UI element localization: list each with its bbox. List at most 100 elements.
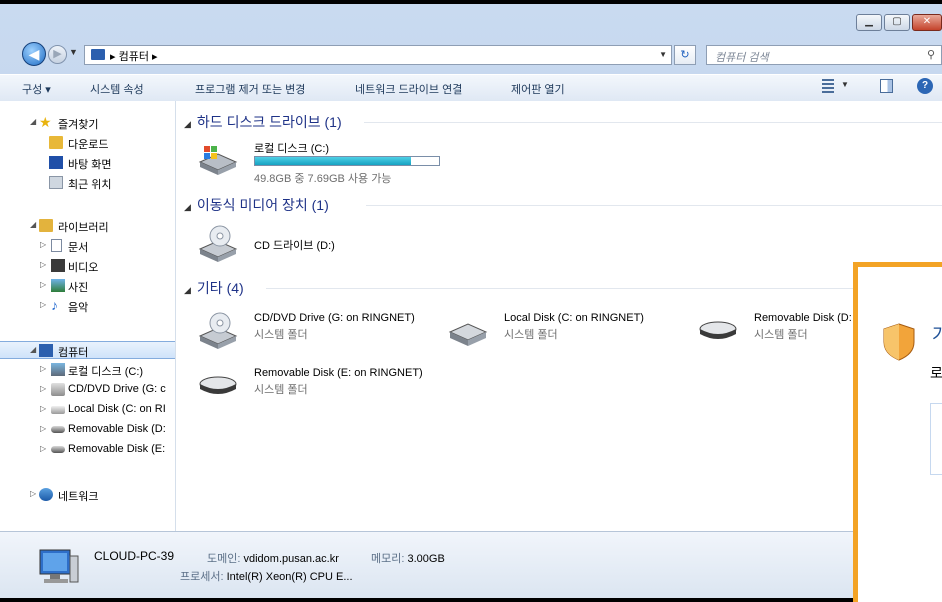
drive-removable-e[interactable]: Removable Disk (E: on RINGNET) 시스템 폴더 [184,363,424,407]
memory-info: 메모리: 3.00GB [371,550,445,566]
nav-label: 음악 [68,302,89,314]
expand-arrow-icon[interactable]: ▷ [40,300,46,309]
expand-arrow-icon[interactable]: ▷ [40,364,46,373]
drive-name: 로컬 디스크 (C:) [254,143,330,155]
nav-label: 네트워크 [58,491,99,503]
back-button[interactable]: ◀ [22,42,46,66]
help-icon[interactable]: ? [917,78,933,94]
nav-label: Removable Disk (E: [68,443,166,455]
recent-places-icon [49,176,63,189]
collapse-arrow-icon[interactable]: ◢ [184,202,191,212]
nav-label: CD/DVD Drive (G: c [68,383,166,395]
nav-removable-d[interactable]: ▷ Removable Disk (D: [0,421,175,439]
nav-music[interactable]: ▷ ♪ 음악 [0,297,175,315]
expand-arrow-icon[interactable]: ▷ [40,240,46,249]
expand-arrow-icon[interactable]: ▷ [30,489,36,498]
drive-type: 시스템 폴더 [254,384,308,396]
forward-button[interactable]: ▶ [48,45,67,64]
group-header-removable[interactable]: ◢ 이동식 미디어 장치 (1) [184,195,329,215]
collapse-arrow-icon[interactable]: ◢ [30,345,36,354]
maximize-button[interactable]: ▢ [884,14,910,31]
address-dropdown-icon[interactable]: ▼ [659,50,667,59]
nav-downloads[interactable]: 다운로드 [0,134,175,152]
collapse-arrow-icon[interactable]: ◢ [184,285,191,295]
drive-name: Removable Disk (D: [754,312,852,324]
drive-type: 시스템 폴더 [254,329,308,341]
nav-libraries[interactable]: ◢ 라이브러리 [0,217,175,235]
open-control-panel-button[interactable]: 제어판 열기 [511,81,565,97]
expand-arrow-icon[interactable]: ▷ [40,280,46,289]
organize-button[interactable]: 구성 ▾ [22,81,51,97]
nav-videos[interactable]: ▷ 비디오 [0,257,175,275]
nav-desktop[interactable]: 바탕 화면 [0,154,175,172]
group-header-hdd[interactable]: ◢ 하드 디스크 드라이브 (1) [184,112,342,132]
nav-pictures[interactable]: ▷ 사진 [0,277,175,295]
close-button[interactable]: ✕ [912,14,942,31]
group-divider [364,122,942,123]
nav-label: Local Disk (C: on RI [68,403,166,415]
drive-usage-fill [255,157,412,165]
map-network-drive-button[interactable]: 네트워크 드라이브 연결 [355,81,462,97]
nav-documents[interactable]: ▷ 문서 [0,237,175,255]
library-icon [39,219,53,232]
navigation-bar: ◀ ▶ ▼ ▸ 컴퓨터 ▸ ▼ ↻ 컴퓨터 검색 ⚲ [0,42,942,68]
dialog-option-box[interactable] [930,403,942,475]
expand-arrow-icon[interactable]: ▷ [40,444,46,453]
drive-local-c[interactable]: 로컬 디스크 (C:) 49.8GB 중 7.69GB 사용 가능 [184,136,440,185]
nav-local-disk-c[interactable]: ▷ 로컬 디스크 (C:) [0,361,175,379]
disk-icon [51,406,65,414]
removable-disk-icon [199,376,237,394]
recent-pages-dropdown-icon[interactable]: ▼ [69,47,78,57]
domain-label: 도메인: [207,553,241,565]
domain-info: 도메인: vdidom.pusan.ac.kr [207,550,339,566]
collapse-arrow-icon[interactable]: ◢ [30,220,36,229]
windows-drive-icon [198,146,238,175]
nav-computer[interactable]: ◢ 컴퓨터 [0,341,175,359]
nav-local-disk-ringnet[interactable]: ▷ Local Disk (C: on RI [0,401,175,419]
system-properties-button[interactable]: 시스템 속성 [90,81,144,97]
drive-type: 시스템 폴더 [504,329,558,341]
preview-pane-icon[interactable] [880,79,893,93]
expand-arrow-icon[interactable]: ▷ [40,384,46,393]
nav-removable-e[interactable]: ▷ Removable Disk (E: [0,441,175,459]
expand-arrow-icon[interactable]: ▷ [40,260,46,269]
cd-drive-icon [198,312,238,349]
nav-cd-dvd-g[interactable]: ▷ CD/DVD Drive (G: c [0,381,175,399]
search-icon[interactable]: ⚲ [927,48,935,61]
expand-arrow-icon[interactable]: ▷ [40,424,46,433]
breadcrumb-computer[interactable]: 컴퓨터 [119,51,149,63]
minimize-button[interactable]: ▁ [856,14,882,31]
uninstall-program-button[interactable]: 프로그램 제거 또는 변경 [195,81,305,97]
expand-arrow-icon[interactable]: ▷ [40,404,46,413]
dialog-text: 로 [930,365,942,381]
drive-name: Local Disk (C: on RINGNET) [504,312,644,324]
collapse-arrow-icon[interactable]: ◢ [184,119,191,129]
cd-drive-icon [51,383,65,396]
change-view-icon[interactable] [822,79,834,93]
caption-buttons: ▁ ▢ ✕ [856,14,942,31]
drive-cd-dvd-g[interactable]: CD/DVD Drive (G: on RINGNET) 시스템 폴더 [184,308,424,352]
nav-recent[interactable]: 최근 위치 [0,174,175,192]
drive-cd-d[interactable]: CD 드라이브 (D:) [184,221,424,265]
view-dropdown-icon[interactable]: ▼ [841,80,849,89]
computer-icon [91,49,105,60]
music-icon: ♪ [51,297,58,313]
address-bar[interactable]: ▸ 컴퓨터 ▸ ▼ [84,45,672,65]
nav-label: 컴퓨터 [58,347,89,359]
computer-name: CLOUD-PC-39 [94,549,175,563]
drive-local-ringnet[interactable]: Local Disk (C: on RINGNET) 시스템 폴더 [434,308,674,352]
pictures-icon [51,279,65,292]
drive-type: 시스템 폴더 [754,329,808,341]
nav-network[interactable]: ▷ 네트워크 [0,486,175,504]
search-input[interactable]: 컴퓨터 검색 ⚲ [706,45,942,65]
breadcrumb[interactable]: ▸ 컴퓨터 ▸ [110,48,158,64]
collapse-arrow-icon[interactable]: ◢ [30,117,36,126]
nav-favorites[interactable]: ◢ ★ 즐겨찾기 [0,114,175,132]
document-icon [51,239,62,252]
group-title: 이동식 미디어 장치 (1) [196,197,329,213]
computer-icon [39,344,53,357]
network-icon [39,488,53,501]
group-header-other[interactable]: ◢ 기타 (4) [184,278,244,298]
group-title: 하드 디스크 드라이브 (1) [196,114,342,130]
refresh-button[interactable]: ↻ [674,45,696,65]
